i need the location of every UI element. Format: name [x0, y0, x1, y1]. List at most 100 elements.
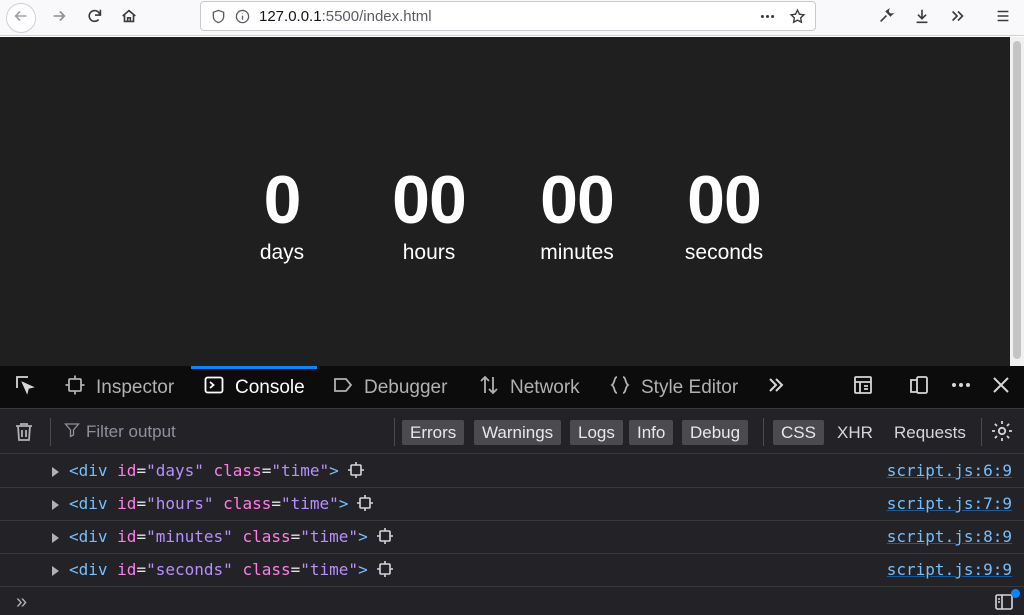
frame-picker-button[interactable]: [846, 366, 880, 409]
responsive-mode-button[interactable]: [902, 366, 936, 409]
filter-debug-button[interactable]: Debug: [682, 420, 749, 445]
filter-css-button[interactable]: CSS: [773, 420, 824, 445]
tab-console-label: Console: [235, 376, 305, 398]
source-link[interactable]: script.js:6:9: [887, 461, 1012, 480]
scrollbar-thumb[interactable]: [1013, 41, 1021, 359]
more-dots-icon: [950, 374, 972, 401]
tab-console[interactable]: Console: [191, 366, 317, 409]
filter-warnings-button[interactable]: Warnings: [474, 420, 562, 445]
overflow-button[interactable]: [943, 3, 973, 33]
frame-picker-icon: [852, 374, 874, 401]
countdown-days: 0 days: [222, 162, 342, 266]
style-editor-icon: [609, 374, 631, 402]
trash-icon: [12, 423, 36, 448]
inspector-icon: [64, 374, 86, 402]
filter-logs-button[interactable]: Logs: [570, 420, 623, 445]
star-icon[interactable]: [783, 2, 811, 30]
tab-network[interactable]: Network: [478, 366, 580, 409]
expand-arrow-icon[interactable]: [52, 467, 59, 477]
select-node-icon[interactable]: [376, 527, 394, 545]
source-link[interactable]: script.js:9:9: [887, 560, 1012, 579]
forward-arrow-icon: [50, 7, 68, 30]
close-icon: [990, 374, 1012, 401]
url-text: 127.0.0.1:5500/index.html: [259, 7, 432, 25]
filter-funnel-icon: [64, 422, 80, 443]
tab-network-label: Network: [510, 376, 580, 398]
shield-icon[interactable]: [209, 7, 227, 25]
menu-button[interactable]: [988, 3, 1018, 33]
select-node-icon[interactable]: [356, 494, 374, 512]
tab-style-editor-label: Style Editor: [641, 376, 739, 398]
console-input[interactable]: »: [0, 589, 1024, 615]
expand-arrow-icon[interactable]: [52, 500, 59, 510]
home-button[interactable]: [114, 3, 144, 33]
console-log-row[interactable]: <div id="minutes" class="time"> script.j…: [0, 521, 1024, 554]
countdown-seconds: 00 seconds: [664, 162, 784, 266]
wrench-icon: [877, 7, 895, 30]
separator: [50, 418, 51, 446]
network-icon: [478, 374, 500, 402]
filter-requests-button[interactable]: Requests: [894, 420, 966, 445]
select-node-icon[interactable]: [347, 461, 365, 479]
select-node-icon[interactable]: [376, 560, 394, 578]
reload-icon: [86, 7, 104, 30]
console-log-row[interactable]: <div id="hours" class="time"> script.js:…: [0, 488, 1024, 521]
more-tools-button[interactable]: [759, 366, 793, 409]
console-icon: [203, 374, 225, 402]
log-message: <div id="minutes" class="time">: [69, 527, 394, 546]
browser-toolbar: 127.0.0.1:5500/index.html: [0, 0, 1024, 36]
tab-style-editor[interactable]: Style Editor: [609, 366, 738, 409]
log-message: <div id="days" class="time">: [69, 461, 365, 480]
days-label: days: [259, 241, 305, 264]
tab-debugger[interactable]: Debugger: [332, 366, 447, 409]
reload-button[interactable]: [80, 3, 110, 33]
notification-dot: [1011, 589, 1020, 598]
separator: [394, 418, 395, 446]
back-button[interactable]: [6, 3, 36, 33]
back-arrow-icon: [12, 7, 30, 30]
info-icon[interactable]: [233, 7, 251, 25]
downloads-button[interactable]: [907, 3, 937, 33]
devtools-options-button[interactable]: [944, 366, 978, 409]
console-log-row[interactable]: <div id="seconds" class="time"> script.j…: [0, 554, 1024, 587]
home-icon: [120, 7, 138, 30]
log-message: <div id="seconds" class="time">: [69, 560, 394, 579]
devtools-panel: Inspector Console Debugger Network Style…: [0, 366, 1024, 615]
tab-inspector[interactable]: Inspector: [64, 366, 174, 409]
page-viewport: 0 days 00 hours 00 minutes 00 seconds: [0, 37, 1010, 366]
element-picker-icon: [14, 374, 36, 401]
element-picker-button[interactable]: [8, 366, 42, 409]
source-link[interactable]: script.js:7:9: [887, 494, 1012, 513]
filter-xhr-button[interactable]: XHR: [837, 420, 873, 445]
close-devtools-button[interactable]: [984, 366, 1018, 409]
filter-errors-button[interactable]: Errors: [402, 420, 465, 445]
filter-info-button[interactable]: Info: [629, 420, 674, 445]
page-scrollbar[interactable]: [1010, 37, 1024, 366]
responsive-design-icon: [908, 374, 930, 401]
gear-icon: [990, 421, 1014, 447]
chevrons-right-icon: [765, 374, 787, 401]
console-prompt: »: [16, 591, 28, 613]
clear-console-button[interactable]: [12, 420, 38, 446]
seconds-value: 00: [687, 162, 762, 238]
debugger-icon: [332, 374, 354, 402]
separator: [981, 418, 982, 446]
log-message: <div id="hours" class="time">: [69, 494, 374, 513]
countdown-minutes: 00 minutes: [517, 162, 637, 266]
expand-arrow-icon[interactable]: [52, 533, 59, 543]
forward-button[interactable]: [44, 3, 74, 33]
devtools-tabbar: Inspector Console Debugger Network Style…: [0, 366, 1024, 409]
filter-placeholder: Filter output: [86, 422, 176, 441]
console-log-row[interactable]: <div id="days" class="time"> script.js:6…: [0, 455, 1024, 488]
expand-arrow-icon[interactable]: [52, 566, 59, 576]
filter-output-input[interactable]: Filter output: [64, 419, 176, 445]
minutes-value: 00: [540, 162, 615, 238]
minutes-label: minutes: [540, 241, 614, 264]
address-bar[interactable]: 127.0.0.1:5500/index.html: [200, 1, 816, 31]
console-settings-button[interactable]: [990, 419, 1016, 445]
seconds-label: seconds: [684, 241, 764, 264]
more-dots-icon[interactable]: [753, 2, 781, 30]
wrench-button[interactable]: [871, 3, 901, 33]
source-link[interactable]: script.js:8:9: [887, 527, 1012, 546]
hours-label: hours: [402, 241, 456, 264]
